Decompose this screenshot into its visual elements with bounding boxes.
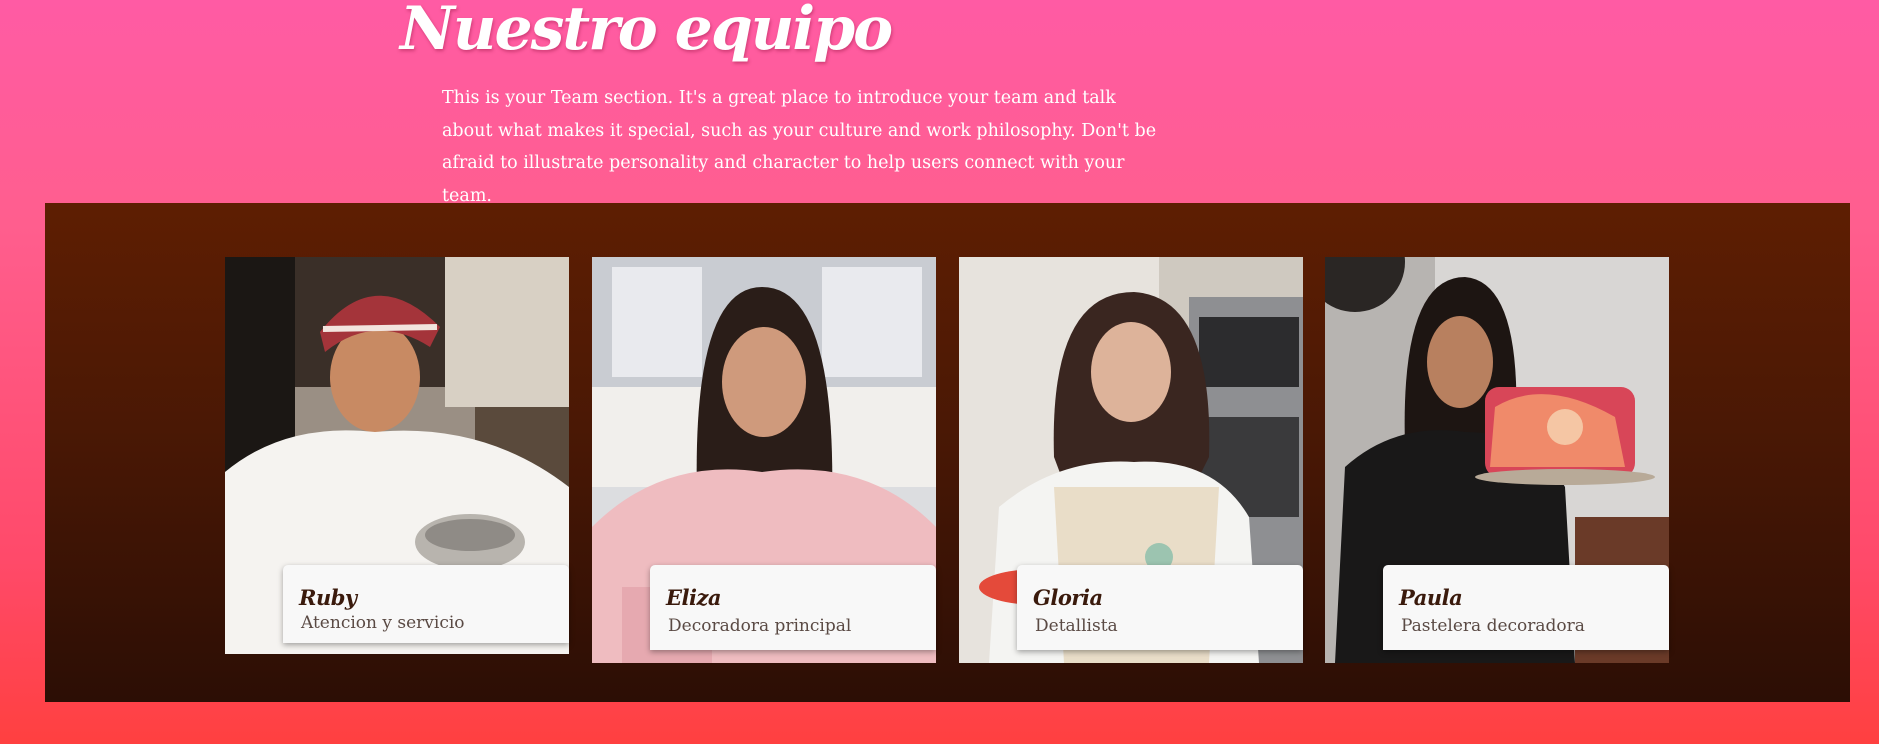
section-title: Nuestro equipo: [400, 0, 893, 64]
member-role: Pastelera decoradora: [1401, 616, 1585, 636]
team-card-gloria[interactable]: Gloria Detallista: [959, 257, 1303, 663]
team-card-caption: Gloria Detallista: [1017, 565, 1303, 650]
member-role: Decoradora principal: [668, 616, 852, 636]
member-name: Gloria: [1033, 585, 1103, 610]
team-card-paula[interactable]: Paula Pastelera decoradora: [1325, 257, 1669, 663]
team-card-caption: Paula Pastelera decoradora: [1383, 565, 1669, 650]
team-card-caption: Ruby Atencion y servicio: [283, 565, 569, 643]
section-intro: This is your Team section. It's a great …: [442, 88, 1157, 206]
team-card-eliza[interactable]: Eliza Decoradora principal: [592, 257, 936, 663]
member-name: Ruby: [299, 585, 357, 610]
member-name: Paula: [1399, 585, 1463, 610]
member-role: Atencion y servicio: [301, 613, 465, 633]
team-card-ruby[interactable]: Ruby Atencion y servicio: [225, 257, 569, 658]
member-role: Detallista: [1035, 616, 1118, 636]
member-name: Eliza: [666, 585, 722, 610]
team-card-caption: Eliza Decoradora principal: [650, 565, 936, 650]
team-panel: Ruby Atencion y servicio Eliza Decorador…: [45, 203, 1850, 702]
